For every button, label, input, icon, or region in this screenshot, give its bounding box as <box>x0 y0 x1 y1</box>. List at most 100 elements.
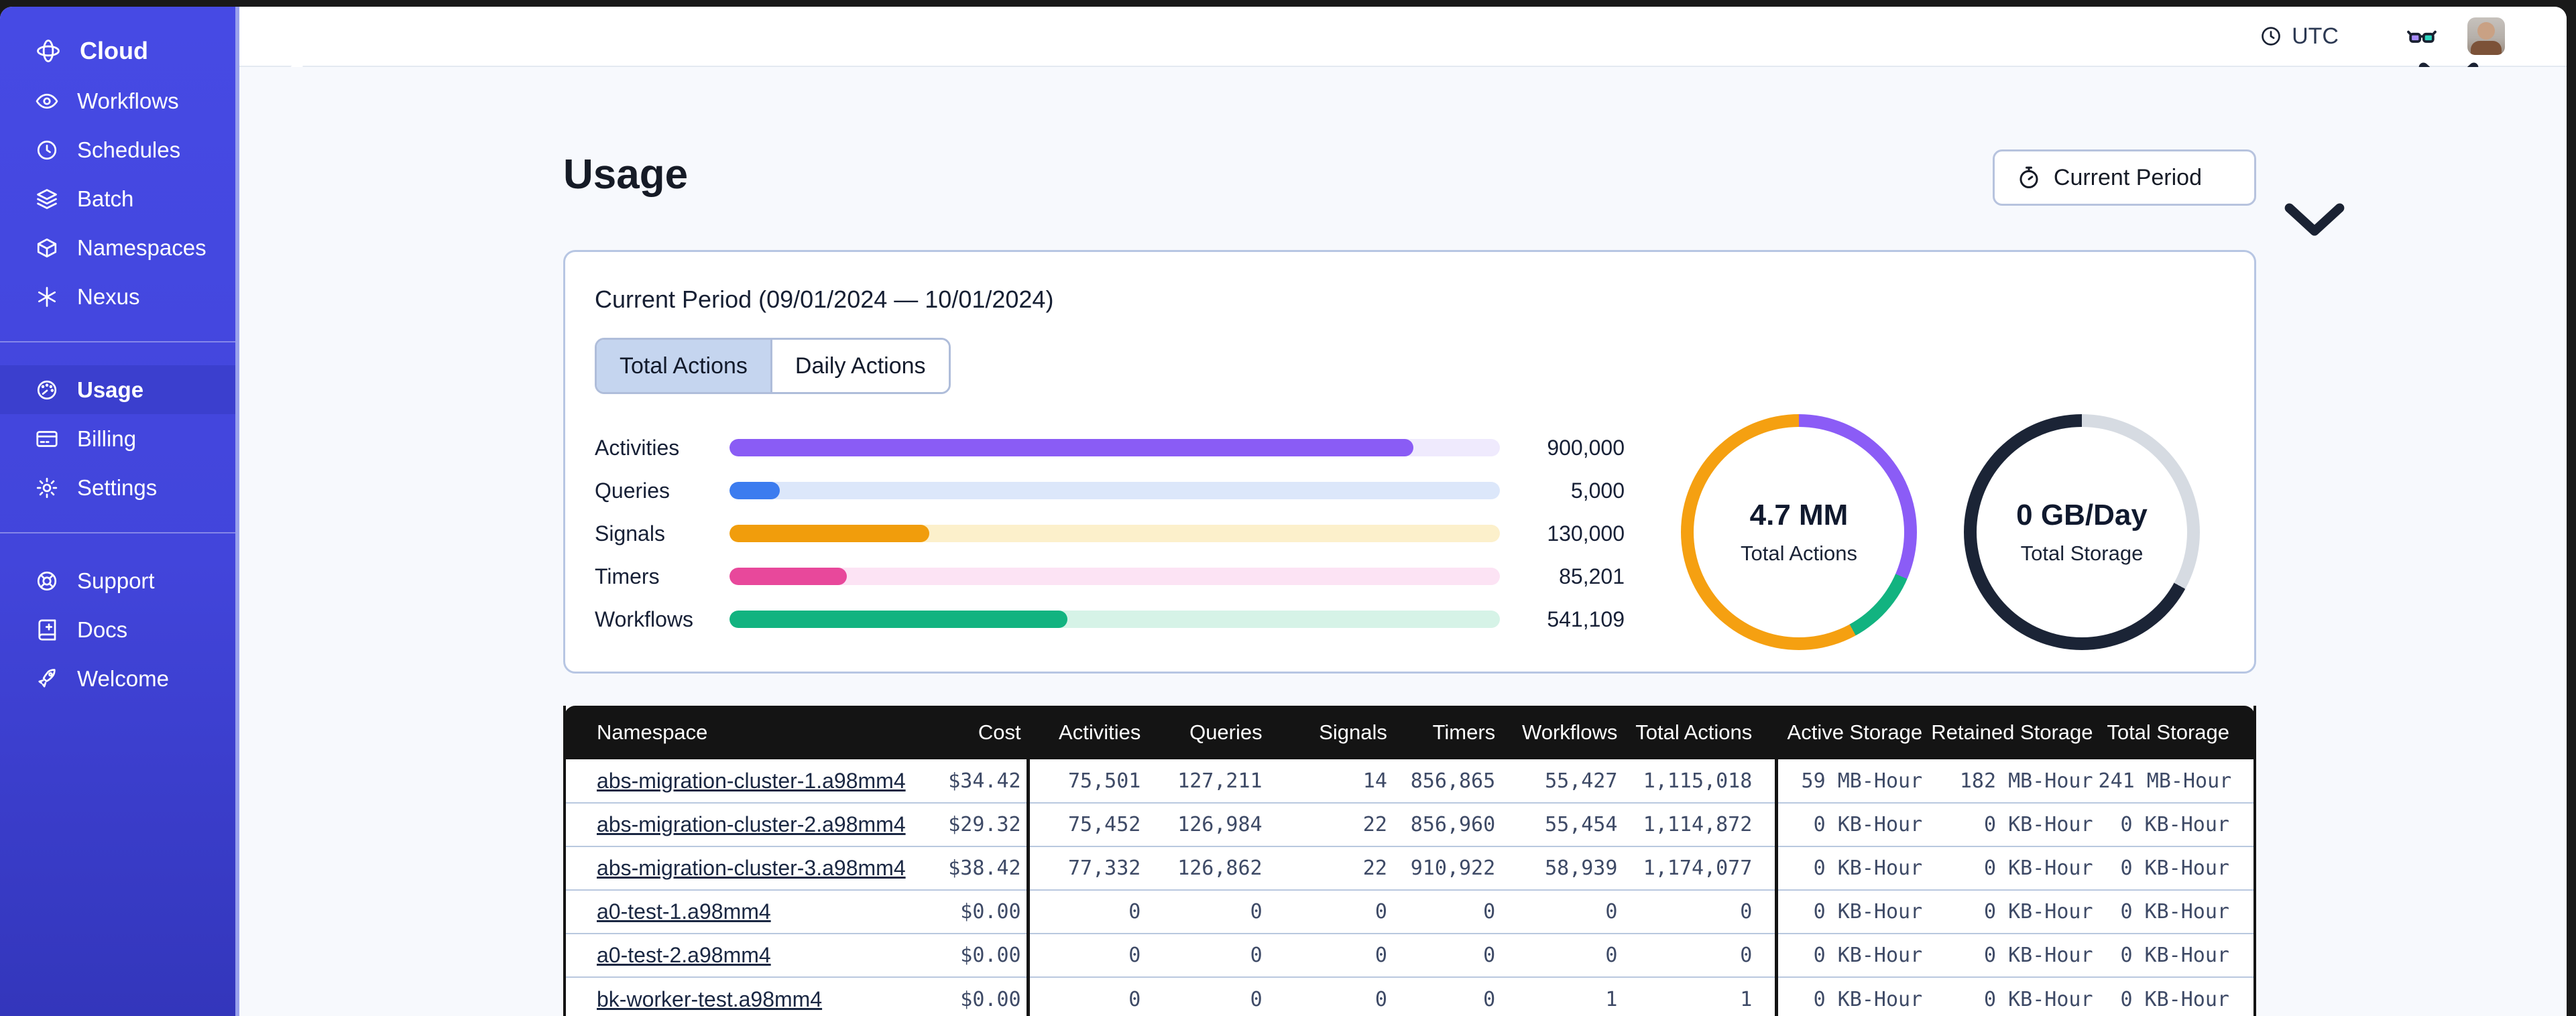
workflows-icon <box>35 89 59 113</box>
col-workflows: Workflows <box>1501 706 1623 759</box>
cell-cost: $0.00 <box>886 933 1029 977</box>
donut-value: 4.7 MM <box>1749 499 1849 531</box>
cell-workflows: 55,454 <box>1501 802 1623 846</box>
timezone-dropdown[interactable]: UTC <box>2260 23 2365 50</box>
tab-daily-actions[interactable]: Daily Actions <box>770 340 949 392</box>
total-actions-donut: 4.7 MM Total Actions <box>1681 414 1917 650</box>
bar-track <box>729 439 1500 456</box>
bar-value: 130,000 <box>1547 521 1625 546</box>
cell-cost: $38.42 <box>886 846 1029 890</box>
cell-active-storage: 0 KB-Hour <box>1775 933 1928 977</box>
batch-icon <box>35 187 59 211</box>
sidebar-item-welcome[interactable]: Welcome <box>0 654 235 703</box>
cell-workflows: 1 <box>1501 976 1623 1016</box>
cell-total-actions: 1,174,077 <box>1623 846 1777 890</box>
sidebar-brand-label: Cloud <box>80 37 148 64</box>
bar-value: 85,201 <box>1559 564 1625 588</box>
bar-track <box>729 568 1500 585</box>
sidebar-item-usage[interactable]: Usage <box>0 365 235 414</box>
cell-total-actions: 0 <box>1623 889 1777 934</box>
namespace-link[interactable]: abs-migration-cluster-1.a98mm4 <box>597 769 906 793</box>
tab-label: Daily Actions <box>795 353 926 379</box>
cell-active-storage: 0 KB-Hour <box>1775 802 1928 846</box>
namespace-link[interactable]: a0-test-2.a98mm4 <box>597 943 771 967</box>
cell-workflows: 0 <box>1501 933 1623 977</box>
cell-namespace: abs-migration-cluster-3.a98mm4 <box>565 846 906 890</box>
cell-signals: 22 <box>1267 802 1393 846</box>
avatar[interactable] <box>2467 17 2505 55</box>
col-signals: Signals <box>1267 706 1393 759</box>
page-title: Usage <box>563 151 689 198</box>
clock-icon <box>2260 25 2282 48</box>
sidebar-item-billing[interactable]: Billing <box>0 414 235 463</box>
user-menu-chevron-down-icon[interactable] <box>2517 27 2534 45</box>
billing-card-icon <box>35 427 59 451</box>
bar-fill <box>729 439 1414 456</box>
col-timers: Timers <box>1392 706 1501 759</box>
table-header-row: Namespace Cost Activities Queries Signal… <box>565 706 2255 759</box>
col-cost: Cost <box>886 706 1029 759</box>
sidebar-brand[interactable]: Cloud <box>0 27 235 75</box>
cell-activities: 0 <box>1026 933 1147 977</box>
sidebar-item-workflows[interactable]: Workflows <box>0 76 235 125</box>
sidebar-item-namespaces[interactable]: Namespaces <box>0 223 235 272</box>
sidebar-item-settings[interactable]: Settings <box>0 463 235 512</box>
bar-label: Queries <box>595 478 670 503</box>
table-row: a0-test-1.a98mm4 $0.00 0 0 0 0 0 0 0 KB-… <box>565 889 2255 934</box>
app-window: Cloud Workflows Schedules Batch Namespac… <box>0 7 2567 1016</box>
chevron-down-icon <box>2348 27 2365 45</box>
bar-value: 5,000 <box>1570 478 1625 503</box>
timezone-label: UTC <box>2292 23 2339 49</box>
cell-namespace: a0-test-2.a98mm4 <box>565 933 887 977</box>
donut-center: 4.7 MM Total Actions <box>1681 414 1917 650</box>
cell-total-storage: 0 KB-Hour <box>2098 889 2255 934</box>
usage-card-title: Current Period (09/01/2024 — 10/01/2024) <box>595 285 1054 313</box>
cell-active-storage: 0 KB-Hour <box>1775 976 1928 1016</box>
sidebar-item-label: Usage <box>77 377 144 402</box>
cell-activities: 77,332 <box>1026 846 1147 890</box>
cell-retained-storage: 182 MB-Hour <box>1959 769 2093 793</box>
namespace-link[interactable]: abs-migration-cluster-3.a98mm4 <box>597 856 906 880</box>
cell-active-storage: 0 KB-Hour <box>1775 846 1928 890</box>
col-total-storage: Total Storage <box>2098 706 2255 759</box>
cell-total-storage: 0 KB-Hour <box>2098 846 2255 890</box>
bar-fill <box>729 525 929 542</box>
sidebar-item-label: Batch <box>77 186 134 211</box>
nexus-icon <box>35 285 59 309</box>
namespace-link[interactable]: bk-worker-test.a98mm4 <box>597 987 822 1011</box>
labs-glasses-icon[interactable] <box>2406 20 2438 52</box>
namespace-link[interactable]: abs-migration-cluster-2.a98mm4 <box>597 812 906 836</box>
sidebar-item-docs[interactable]: Docs <box>0 605 235 654</box>
donut-value: 0 GB/Day <box>2016 499 2148 531</box>
usage-card: Current Period (09/01/2024 — 10/01/2024)… <box>563 250 2256 674</box>
table-row: a0-test-2.a98mm4 $0.00 0 0 0 0 0 0 0 KB-… <box>565 933 2255 977</box>
welcome-rocket-icon <box>35 667 59 691</box>
sidebar-item-label: Schedules <box>77 137 181 162</box>
sidebar-item-batch[interactable]: Batch <box>0 174 235 223</box>
cell-workflows: 0 <box>1501 889 1623 934</box>
tab-total-actions[interactable]: Total Actions <box>597 340 770 392</box>
sidebar-item-support[interactable]: Support <box>0 556 235 605</box>
bar-track <box>729 482 1500 499</box>
sidebar-item-label: Nexus <box>77 283 140 309</box>
docs-book-icon <box>35 618 59 642</box>
namespace-link[interactable]: a0-test-1.a98mm4 <box>597 899 771 924</box>
sidebar-item-nexus[interactable]: Nexus <box>0 272 235 321</box>
sidebar-item-label: Workflows <box>77 88 179 113</box>
cell-retained-storage: 0 KB-Hour <box>1928 846 2099 890</box>
cell-total-actions: 1,115,018 <box>1643 769 1753 793</box>
cell-timers: 0 <box>1392 933 1501 977</box>
cell-queries: 0 <box>1146 933 1268 977</box>
sidebar-item-schedules[interactable]: Schedules <box>0 125 235 174</box>
support-lifebuoy-icon <box>35 569 59 593</box>
cell-queries: 0 <box>1146 976 1268 1016</box>
col-total-actions: Total Actions <box>1623 706 1777 759</box>
cell-total-storage: 241 MB-Hour <box>2098 769 2232 793</box>
sidebar-collapse-chevron-left-icon[interactable] <box>187 41 207 61</box>
cell-total-actions: 1 <box>1623 976 1777 1016</box>
cell-activities: 75,501 <box>1026 759 1147 803</box>
donut-charts: 4.7 MM Total Actions 0 GB/Day Total Stor… <box>1681 414 2200 650</box>
period-selector-button[interactable]: Current Period <box>1992 149 2256 206</box>
cell-cost: $34.42 <box>948 769 1021 793</box>
col-namespace: Namespace <box>565 706 887 759</box>
